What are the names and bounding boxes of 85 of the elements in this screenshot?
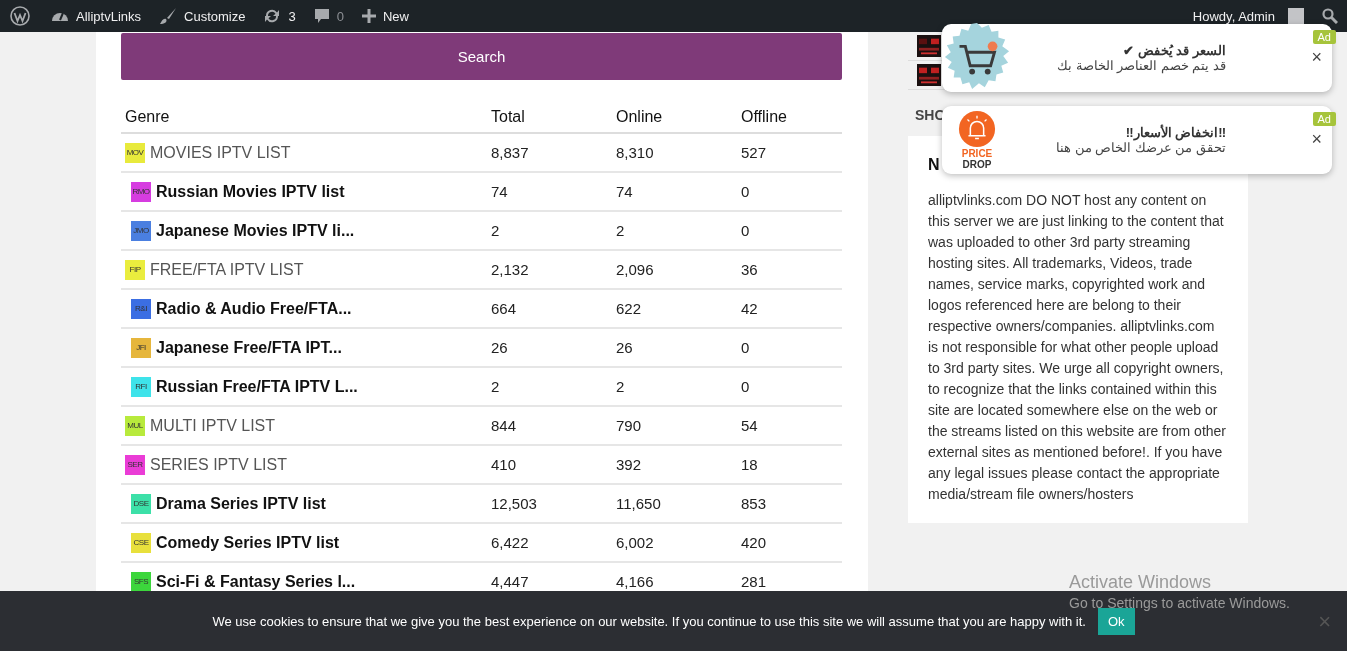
table-cell: 0 [737, 367, 842, 406]
category-badge: FIP [125, 259, 145, 280]
table-cell: 392 [612, 445, 737, 484]
notification-text: تحقق من عرضك الخاص من هنا [1054, 140, 1226, 155]
genre-link[interactable]: Japanese Movies IPTV li... [156, 221, 355, 240]
table-cell: 0 [737, 211, 842, 250]
comments-link[interactable]: 0 [304, 0, 353, 32]
genre-link[interactable]: FREE/FTA IPTV LIST [150, 260, 304, 279]
category-badge: R&I [131, 298, 151, 319]
genre-link[interactable]: MULTI IPTV LIST [150, 416, 276, 435]
category-badge: DSE [131, 493, 151, 514]
table-cell: 11,650 [612, 484, 737, 523]
table-cell: 2 [487, 367, 612, 406]
table-cell: 54 [737, 406, 842, 445]
column-header: Genre [121, 102, 487, 133]
cookie-text: We use cookies to ensure that we give you the best experience on our website. If you continue to use this site we will assume that you are happy with it. [212, 613, 1086, 629]
table-cell: 853 [737, 484, 842, 523]
updates-link[interactable]: 3 [254, 0, 305, 32]
refresh-icon [263, 7, 282, 25]
table-cell: 664 [487, 289, 612, 328]
table-cell: 6,002 [612, 523, 737, 562]
table-cell: 12,503 [487, 484, 612, 523]
notice-title: N [928, 156, 940, 174]
table-cell: 2 [612, 367, 737, 406]
genre-link[interactable]: SERIES IPTV LIST [150, 455, 287, 474]
comment-icon [313, 8, 330, 24]
category-badge: JMO [131, 220, 151, 241]
genre-link[interactable]: Radio & Audio Free/FTA... [156, 299, 352, 318]
ad-label: Ad [1312, 30, 1336, 44]
genre-link[interactable]: Comedy Series IPTV list [156, 533, 340, 552]
category-badge: RMO [131, 181, 151, 202]
search-button[interactable]: Search [121, 33, 842, 80]
table-cell: 36 [737, 250, 842, 289]
table-cell: 26 [487, 328, 612, 367]
table-cell: 622 [612, 289, 737, 328]
table-cell: 527 [737, 133, 842, 172]
table-cell: 8,837 [487, 133, 612, 172]
table-cell: 790 [612, 406, 737, 445]
column-header: Offline [737, 102, 842, 133]
category-badge: MUL [125, 415, 145, 436]
table-cell: 8,310 [612, 133, 737, 172]
table-cell: 74 [487, 172, 612, 211]
table-cell: 2,096 [612, 250, 737, 289]
table-cell: 420 [737, 523, 842, 562]
notification-title: ‼انخفاض الأسعار‼ [1124, 125, 1226, 140]
close-button[interactable]: × [1311, 130, 1322, 148]
table-cell: 6,422 [487, 523, 612, 562]
genre-link[interactable]: Drama Series IPTV list [156, 494, 326, 513]
drop-label: DROP [962, 159, 992, 170]
table-cell: 74 [612, 172, 737, 211]
genre-link[interactable]: Sci-Fi & Fantasy Series l... [156, 572, 356, 591]
table-cell: 844 [487, 406, 612, 445]
table-cell: 2 [612, 211, 737, 250]
category-badge: SFS [131, 571, 151, 592]
column-header: Online [612, 102, 737, 133]
category-badge: SER [125, 454, 145, 475]
genre-link[interactable]: Japanese Free/FTA IPT... [156, 338, 342, 357]
notification-text: قد يتم خصم العناصر الخاصة بك [1055, 58, 1226, 73]
category-badge: CSE [131, 532, 151, 553]
table-cell: 26 [612, 328, 737, 367]
column-header: Total [487, 102, 612, 133]
notice-text: alliptvlinks.com DO NOT host any content on this server we are just linking to the content that was uploaded to other 3rd party streaming hosting sites. All trademarks, Videos, trade names, service marks, copyrighted work and logos referenced here are belong to their respective owners/companies. alliptvlinks.com is not responsible for what other people upload to 3rd party sites. We urge all copyright owners, to recognize that the links contained within this site are located somewhere else on the web or the streams listed on this website are from other external sites as mentioned before!. If you have any legal issues please contact the appropriate media/stream file owners/hosters [928, 191, 1228, 504]
notification-title: السعر قد يُخفض ✔ [1122, 43, 1226, 58]
close-button[interactable]: × [1311, 48, 1322, 66]
genre-link[interactable]: MOVIES IPTV LIST [150, 143, 291, 162]
table-cell: 0 [737, 328, 842, 367]
plus-icon [361, 9, 376, 23]
genre-link[interactable]: Russian Free/FTA IPTV L... [156, 377, 358, 396]
site-menu[interactable]: AlliptvLinks [42, 0, 151, 32]
ad-label: Ad [1312, 112, 1336, 126]
new-link[interactable]: New [352, 0, 418, 32]
category-badge: RFI [131, 376, 151, 397]
table-cell: 2,132 [487, 250, 612, 289]
table-cell: 410 [487, 445, 612, 484]
activation-title: Activate Windows [1069, 572, 1213, 593]
category-badge: MOV [125, 142, 145, 163]
genre-link[interactable]: Russian Movies IPTV list [156, 182, 345, 201]
table-cell: 2 [487, 211, 612, 250]
customize-link[interactable]: Customize [150, 0, 255, 32]
category-badge: JFI [131, 337, 151, 358]
price-label: PRICE [961, 148, 993, 159]
table-cell: 42 [737, 289, 842, 328]
table-cell: 18 [737, 445, 842, 484]
table-cell: 0 [737, 172, 842, 211]
bell-icon [958, 110, 996, 148]
